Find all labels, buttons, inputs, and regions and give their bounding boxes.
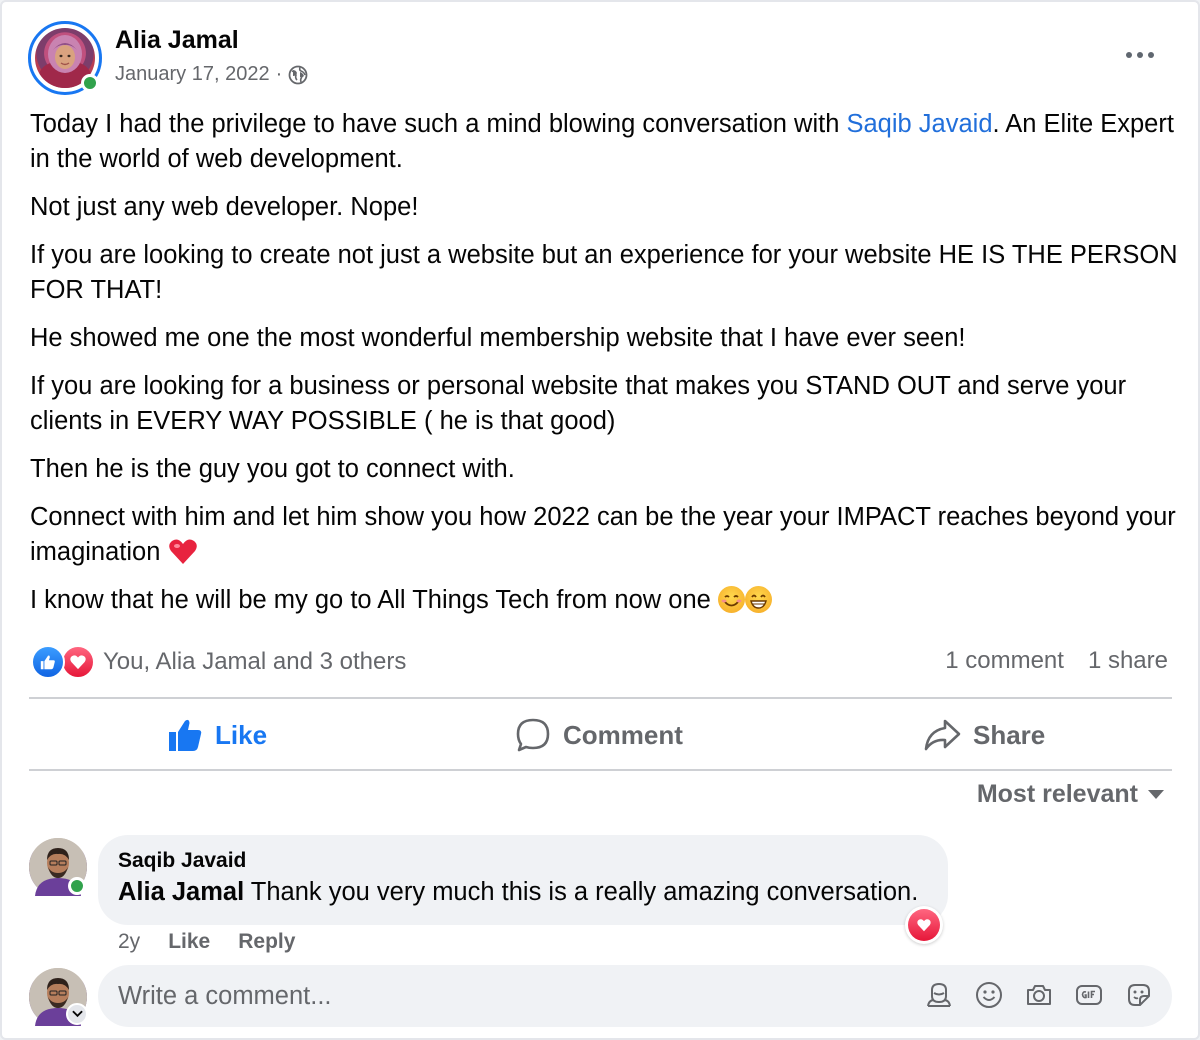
post-paragraph: He showed me one the most wonderful memb… xyxy=(30,324,966,352)
post-options-button[interactable] xyxy=(1116,38,1164,72)
post-text: I know that he will be my go to All Thin… xyxy=(30,586,711,614)
sort-label: Most relevant xyxy=(976,780,1138,808)
online-status-dot xyxy=(81,74,99,92)
gif-button[interactable] xyxy=(1074,979,1104,1011)
more-dot-icon xyxy=(1148,52,1154,58)
post-body: Today I had the privilege to have such a… xyxy=(30,107,1180,631)
post-date[interactable]: January 17, 2022 xyxy=(115,63,270,86)
post-paragraph: I know that he will be my go to All Thin… xyxy=(30,583,1180,618)
comment-reaction[interactable] xyxy=(905,906,943,944)
divider xyxy=(29,769,1172,771)
comment-bubble-icon xyxy=(516,718,550,752)
engagement-counts: 1 comment 1 share xyxy=(945,647,1168,675)
avatar-sticker-button[interactable] xyxy=(924,979,954,1011)
camera-icon xyxy=(1027,985,1051,1005)
red-heart-emoji-icon xyxy=(168,538,198,565)
online-status-dot xyxy=(68,877,86,895)
love-reaction-icon xyxy=(908,909,940,941)
reactions-text: You, Alia Jamal and 3 others xyxy=(103,648,407,675)
post-paragraph: If you are looking for a business or per… xyxy=(30,372,1127,435)
globe-icon[interactable] xyxy=(288,65,308,85)
post-text: Connect with him and let him show you ho… xyxy=(30,503,1176,566)
comment-composer xyxy=(98,965,1172,1027)
profile-switch-caret[interactable] xyxy=(66,1003,88,1025)
comment-age[interactable]: 2y xyxy=(118,930,140,954)
mention-link[interactable]: Saqib Javaid xyxy=(846,110,992,138)
composer-tools xyxy=(924,979,1154,1011)
meta-separator: · xyxy=(275,63,283,85)
comment-actions: 2y Like Reply xyxy=(118,930,295,954)
like-reaction-icon xyxy=(31,645,65,679)
comment-reply-link[interactable]: Reply xyxy=(238,930,295,954)
comment-mention[interactable]: Alia Jamal xyxy=(118,878,244,906)
thumbs-up-icon xyxy=(169,719,202,751)
post-card: Alia Jamal January 17, 2022 · Today I ha… xyxy=(0,0,1200,1040)
comment-sort-dropdown[interactable]: Most relevant xyxy=(977,780,1164,809)
comment-input[interactable] xyxy=(118,981,898,1011)
like-button[interactable]: Like xyxy=(167,702,267,768)
post-text: Today I had the privilege to have such a… xyxy=(30,110,847,138)
comment-author[interactable]: Saqib Javaid xyxy=(118,849,928,873)
comment-count[interactable]: 1 comment xyxy=(945,647,1064,675)
photo-button[interactable] xyxy=(1024,979,1054,1011)
share-button[interactable]: Share xyxy=(923,702,1045,768)
post-paragraph: Then he is the guy you got to connect wi… xyxy=(30,455,515,483)
post-paragraph: Connect with him and let him show you ho… xyxy=(30,500,1180,570)
emoji-smiley-icon xyxy=(976,982,1002,1008)
comment-text: Alia Jamal Thank you very much this is a… xyxy=(118,878,928,907)
chevron-down-icon xyxy=(71,1010,83,1018)
comment-label: Comment xyxy=(563,719,683,750)
post-paragraph: If you are looking to create not just a … xyxy=(30,241,1178,304)
post-paragraph: Today I had the privilege to have such a… xyxy=(30,107,1180,177)
divider xyxy=(29,697,1172,699)
smiling-face-emoji-icon xyxy=(717,586,745,613)
comment-bubble: Saqib Javaid Alia Jamal Thank you very m… xyxy=(98,835,948,925)
post-paragraph: Not just any web developer. Nope! xyxy=(30,193,419,221)
share-label: Share xyxy=(973,719,1046,750)
like-label: Like xyxy=(215,719,268,750)
sticker-button[interactable] xyxy=(1124,979,1154,1011)
sticker-icon xyxy=(1128,984,1150,1006)
share-arrow-icon xyxy=(924,719,961,751)
comment-button[interactable]: Comment xyxy=(515,702,683,768)
comment-like-link[interactable]: Like xyxy=(168,930,210,954)
grinning-face-emoji-icon xyxy=(744,586,772,613)
comment-body: Thank you very much this is a really ama… xyxy=(244,878,919,906)
love-reaction-icon xyxy=(61,645,95,679)
emoji-button[interactable] xyxy=(974,979,1004,1011)
caret-down-icon xyxy=(1148,790,1164,799)
more-dot-icon xyxy=(1126,52,1132,58)
reactions-summary[interactable]: You, Alia Jamal and 3 others xyxy=(31,645,406,679)
gif-icon xyxy=(1076,985,1102,1005)
share-count[interactable]: 1 share xyxy=(1088,647,1168,675)
more-dot-icon xyxy=(1137,52,1143,58)
post-meta: January 17, 2022 · xyxy=(115,63,308,86)
avatar-sticker-icon xyxy=(927,982,951,1007)
post-author-name[interactable]: Alia Jamal xyxy=(115,26,239,55)
